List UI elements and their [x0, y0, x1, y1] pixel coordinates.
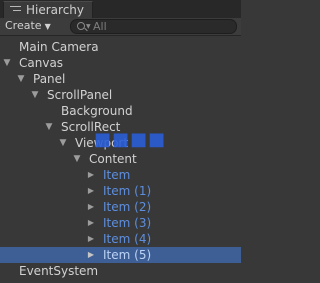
tree-row[interactable]: ▼ Panel: [0, 71, 241, 87]
tree-item-label: EventSystem: [19, 264, 99, 278]
tree-item-label: Item (2): [103, 200, 152, 214]
tree-row[interactable]: ▼ Canvas: [0, 55, 241, 71]
chevron-down-icon: ▼: [44, 22, 51, 31]
tree-row[interactable]: ▼ ScrollPanel: [0, 87, 241, 103]
tree-row[interactable]: ▼ Content: [0, 151, 241, 167]
triangle-right-icon[interactable]: ▶: [86, 247, 96, 263]
triangle-down-icon[interactable]: ▼: [2, 55, 12, 71]
tree-row[interactable]: ▶ Item (4): [0, 231, 241, 247]
triangle-right-icon[interactable]: ▶: [86, 199, 96, 215]
tree-row[interactable]: ▶ Item (2): [0, 199, 241, 215]
chevron-down-icon[interactable]: ▼: [86, 23, 91, 30]
tab-title: Hierarchy: [26, 3, 85, 17]
triangle-right-icon[interactable]: ▶: [86, 183, 96, 199]
tree-item-label: Item (4): [103, 232, 152, 246]
triangle-down-icon[interactable]: ▼: [72, 151, 82, 167]
triangle-right-icon[interactable]: ▶: [86, 167, 96, 183]
triangle-down-icon[interactable]: ▼: [30, 87, 40, 103]
tree-row[interactable]: ▶ Item: [0, 167, 241, 183]
search-icon: [77, 22, 85, 30]
triangle-down-icon[interactable]: ▼: [58, 135, 68, 151]
tree-item-label: Item (5): [103, 248, 152, 262]
tree-item-label: Item (1): [103, 184, 152, 198]
hierarchy-tree: Main Camera ▼ Canvas ▼ Panel ▼ ScrollPanel Back…: [0, 39, 241, 279]
tree-item-label: Panel: [33, 72, 66, 86]
hierarchy-toolbar: Create ▼ ▼: [0, 18, 241, 36]
triangle-right-icon[interactable]: ▶: [86, 231, 96, 247]
tree-item-label: Item (3): [103, 216, 152, 230]
tree-item-label: ScrollPanel: [47, 88, 113, 102]
tree-item-label: Content: [89, 152, 137, 166]
watermark: ■■■■: [94, 129, 167, 150]
search-input[interactable]: [93, 20, 223, 33]
hierarchy-list-icon: [10, 6, 21, 15]
tab-hierarchy[interactable]: Hierarchy: [3, 1, 93, 18]
triangle-down-icon[interactable]: ▼: [44, 119, 54, 135]
tab-bar: Hierarchy: [0, 0, 241, 18]
tree-item-label: Main Camera: [19, 40, 99, 54]
tree-row[interactable]: ▶ Item (1): [0, 183, 241, 199]
triangle-right-icon[interactable]: ▶: [86, 215, 96, 231]
create-dropdown[interactable]: Create ▼: [5, 19, 51, 33]
create-label: Create: [5, 19, 42, 32]
tree-item-label: Canvas: [19, 56, 64, 70]
tree-item-label: Background: [61, 104, 133, 118]
search-field[interactable]: ▼: [70, 19, 237, 34]
tree-row[interactable]: EventSystem: [0, 263, 241, 279]
tree-row[interactable]: Background: [0, 103, 241, 119]
triangle-down-icon[interactable]: ▼: [16, 71, 26, 87]
tree-item-label: Item: [103, 168, 131, 182]
tree-row[interactable]: Main Camera: [0, 39, 241, 55]
tree-row[interactable]: ▶ Item (3): [0, 215, 241, 231]
tree-row[interactable]: ▶ Item (5): [0, 247, 241, 263]
